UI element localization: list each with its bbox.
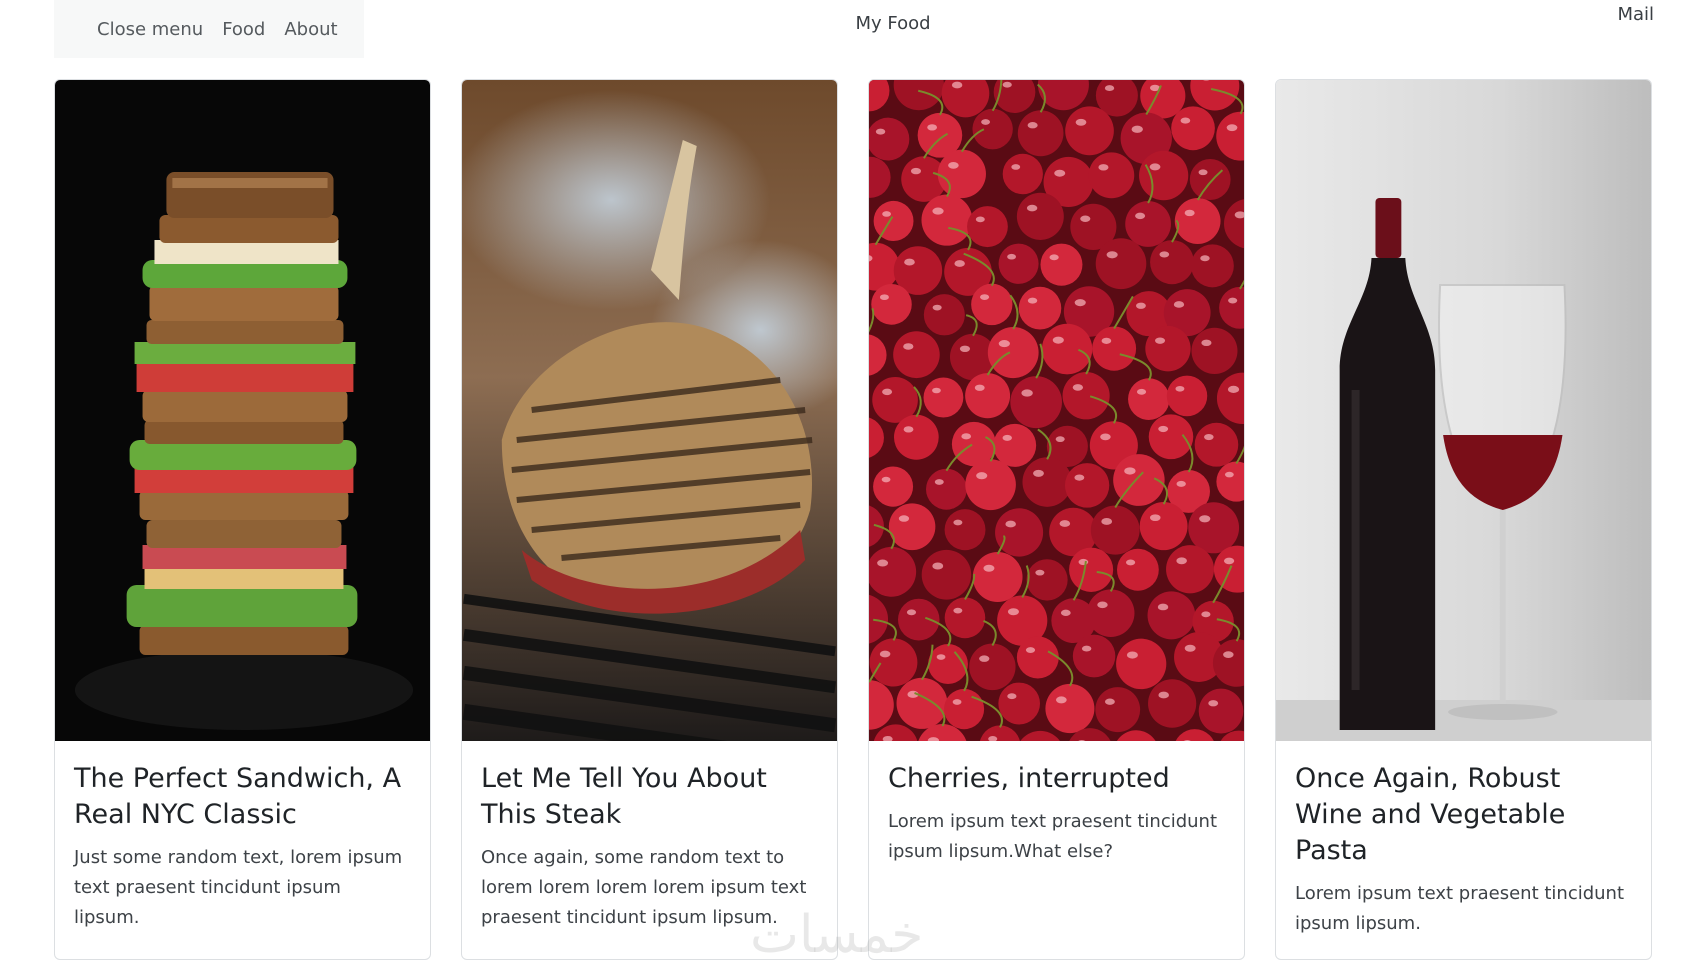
card-body: Let Me Tell You About This Steak Once ag…	[462, 741, 837, 933]
card-title[interactable]: Let Me Tell You About This Steak	[481, 761, 818, 833]
card-steak[interactable]: Let Me Tell You About This Steak Once ag…	[461, 79, 838, 960]
card-title[interactable]: The Perfect Sandwich, A Real NYC Classic	[74, 761, 411, 833]
card-text: Once again, some random text to lorem lo…	[481, 847, 807, 928]
card-sandwich[interactable]: The Perfect Sandwich, A Real NYC Classic…	[54, 79, 431, 960]
card-body: The Perfect Sandwich, A Real NYC Classic…	[55, 741, 430, 933]
card-wine[interactable]: Once Again, Robust Wine and Vegetable Pa…	[1275, 79, 1652, 960]
card-grid: The Perfect Sandwich, A Real NYC Classic…	[54, 79, 1652, 960]
steak-image	[462, 80, 837, 741]
page-title: My Food	[855, 13, 931, 34]
card-text: Just some random text, lorem ipsum text …	[74, 847, 403, 928]
card-text: Lorem ipsum text praesent tincidunt ipsu…	[888, 811, 1218, 862]
mail-link[interactable]: Mail	[1617, 4, 1654, 25]
cherries-image	[869, 80, 1244, 741]
card-body: Cherries, interrupted Lorem ipsum text p…	[869, 741, 1244, 867]
card-cherries[interactable]: Cherries, interrupted Lorem ipsum text p…	[868, 79, 1245, 960]
card-title[interactable]: Once Again, Robust Wine and Vegetable Pa…	[1295, 761, 1632, 869]
card-text: Lorem ipsum text praesent tincidunt ipsu…	[1295, 883, 1625, 934]
card-body: Once Again, Robust Wine and Vegetable Pa…	[1276, 741, 1651, 939]
wine-image	[1276, 80, 1651, 741]
sandwich-image	[55, 80, 430, 741]
card-title[interactable]: Cherries, interrupted	[888, 761, 1225, 797]
